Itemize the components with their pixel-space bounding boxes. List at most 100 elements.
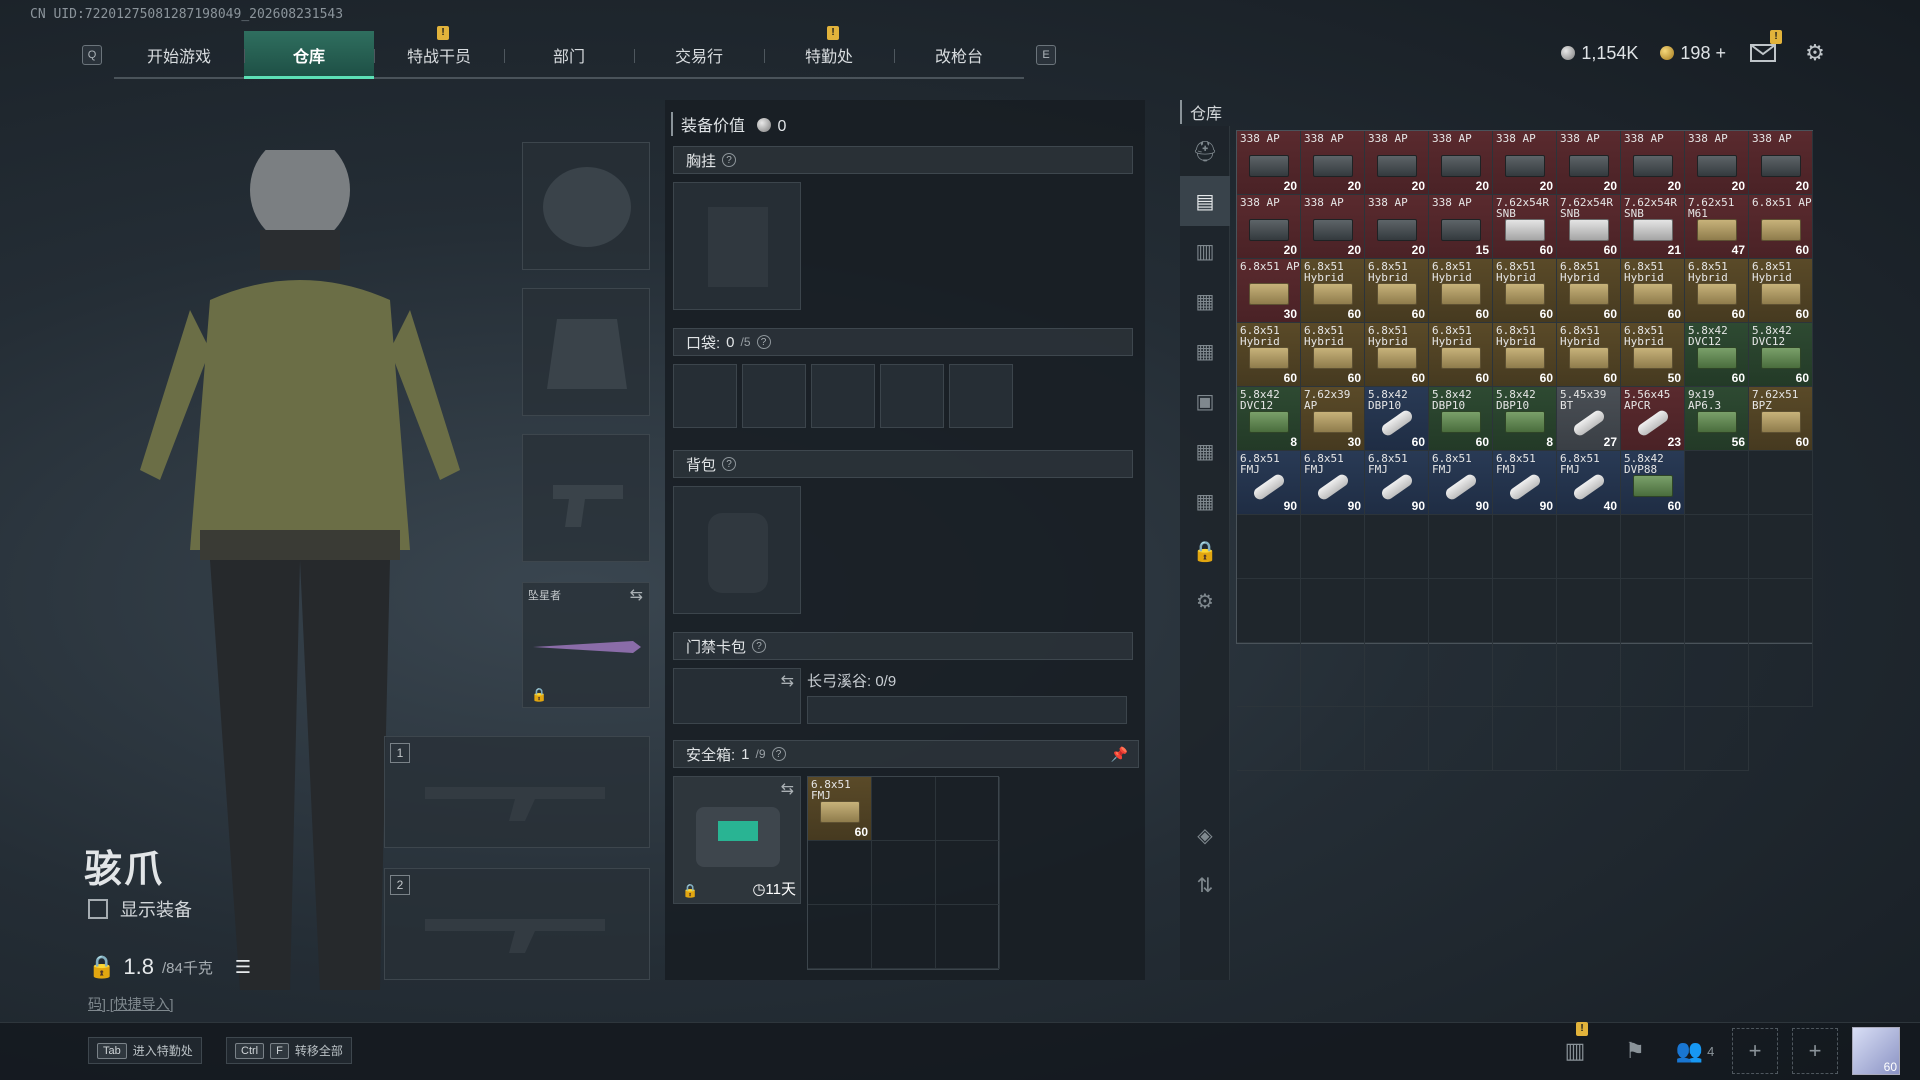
image-filter-icon[interactable]: ▦	[1180, 326, 1230, 376]
warehouse-item[interactable]: 5.8x42 DBP10 60	[1429, 387, 1493, 451]
safebox-empty-cell[interactable]	[808, 841, 872, 905]
invite-slot-2[interactable]: +	[1792, 1028, 1838, 1074]
player-avatar[interactable]: 60	[1852, 1027, 1900, 1075]
helmet-slot[interactable]	[522, 142, 650, 270]
warehouse-item[interactable]: 5.8x42 DVC12 60	[1685, 323, 1749, 387]
warehouse-item[interactable]: 7.62x54R SNB 21	[1621, 195, 1685, 259]
safebox-empty-cell[interactable]	[872, 777, 936, 841]
storage-filter-icon[interactable]: ▥	[1180, 226, 1230, 276]
weapon1-slot[interactable]: 1	[384, 736, 650, 848]
gear-icon[interactable]: ⚙	[1180, 576, 1230, 626]
backpack-slot[interactable]	[673, 486, 801, 614]
warehouse-item[interactable]: 6.8x51 Hybrid 60	[1749, 259, 1813, 323]
warehouse-item[interactable]: 6.8x51 AP 30	[1237, 259, 1301, 323]
warehouse-item[interactable]: 338 AP 20	[1749, 131, 1813, 195]
warehouse-empty-cell[interactable]	[1301, 707, 1365, 771]
warehouse-item[interactable]: 7.62x51 BPZ 60	[1749, 387, 1813, 451]
tab-6[interactable]: 改枪台	[894, 31, 1024, 79]
warehouse-empty-cell[interactable]	[1237, 643, 1301, 707]
warehouse-item[interactable]: 338 AP 20	[1237, 131, 1301, 195]
warehouse-item[interactable]: 6.8x51 AP 60	[1749, 195, 1813, 259]
settings-button[interactable]: ⚙	[1800, 38, 1830, 68]
enter-special-ops-hint[interactable]: Tab 进入特勤处	[88, 1037, 202, 1064]
list-icon[interactable]: ☰	[235, 957, 251, 978]
pocket-slot[interactable]	[673, 364, 737, 428]
warehouse-item[interactable]: 6.8x51 Hybrid 60	[1237, 323, 1301, 387]
safebox-empty-cell[interactable]	[936, 777, 1000, 841]
warehouse-item[interactable]: 7.62x39 AP 30	[1301, 387, 1365, 451]
warehouse-item[interactable]: 5.56x45 APCR 23	[1621, 387, 1685, 451]
warehouse-item[interactable]: 338 AP 20	[1365, 195, 1429, 259]
warehouse-item[interactable]: 6.8x51 Hybrid 60	[1685, 259, 1749, 323]
warehouse-item[interactable]: 6.8x51 FMJ 90	[1429, 451, 1493, 515]
chest-rig-slot[interactable]	[673, 182, 801, 310]
warehouse-empty-cell[interactable]	[1301, 515, 1365, 579]
warehouse-item[interactable]: 5.45x39 BT 27	[1557, 387, 1621, 451]
warehouse-item[interactable]: 6.8x51 Hybrid 60	[1301, 259, 1365, 323]
warehouse-item[interactable]: 6.8x51 Hybrid 60	[1557, 259, 1621, 323]
show-equip-toggle[interactable]: 显示装备	[88, 896, 192, 922]
layers-icon[interactable]: ◈	[1180, 810, 1230, 860]
image-filter-icon[interactable]: ▦	[1180, 476, 1230, 526]
warehouse-item[interactable]: 338 AP 20	[1301, 195, 1365, 259]
warehouse-empty-cell[interactable]	[1429, 579, 1493, 643]
nav-right-key[interactable]: E	[1036, 45, 1056, 65]
warehouse-item[interactable]: 9x19 AP6.3 56	[1685, 387, 1749, 451]
warehouse-empty-cell[interactable]	[1301, 643, 1365, 707]
friends-button[interactable]: 👥 4	[1672, 1028, 1718, 1074]
lock-icon[interactable]: 🔒	[1180, 526, 1230, 576]
warehouse-empty-cell[interactable]	[1237, 707, 1301, 771]
warehouse-empty-cell[interactable]	[1237, 579, 1301, 643]
warehouse-empty-cell[interactable]	[1621, 707, 1685, 771]
image-filter-icon[interactable]: ▦	[1180, 426, 1230, 476]
warehouse-item[interactable]: 6.8x51 FMJ 90	[1365, 451, 1429, 515]
warehouse-item[interactable]: 338 AP 20	[1365, 131, 1429, 195]
tab-3[interactable]: 部门	[504, 31, 634, 79]
pocket-slot[interactable]	[949, 364, 1013, 428]
warehouse-empty-cell[interactable]	[1749, 643, 1813, 707]
safebox-empty-cell[interactable]	[872, 841, 936, 905]
warehouse-empty-cell[interactable]	[1365, 707, 1429, 771]
warehouse-empty-cell[interactable]	[1685, 579, 1749, 643]
warehouse-empty-cell[interactable]	[1621, 643, 1685, 707]
warehouse-empty-cell[interactable]	[1749, 515, 1813, 579]
warehouse-empty-cell[interactable]	[1429, 515, 1493, 579]
tab-0[interactable]: 开始游戏	[114, 31, 244, 79]
invite-slot-1[interactable]: +	[1732, 1028, 1778, 1074]
help-icon[interactable]: ?	[756, 335, 771, 349]
warehouse-empty-cell[interactable]	[1557, 515, 1621, 579]
pocket-slot[interactable]	[742, 364, 806, 428]
warehouse-empty-cell[interactable]	[1493, 579, 1557, 643]
warehouse-empty-cell[interactable]	[1365, 515, 1429, 579]
folder-filter-icon[interactable]: ▣	[1180, 376, 1230, 426]
warehouse-empty-cell[interactable]	[1685, 451, 1749, 515]
warehouse-item[interactable]: 6.8x51 Hybrid 60	[1365, 259, 1429, 323]
warehouse-empty-cell[interactable]	[1621, 579, 1685, 643]
warehouse-item[interactable]: 7.62x51 M61 47	[1685, 195, 1749, 259]
warehouse-item[interactable]: 6.8x51 Hybrid 60	[1429, 323, 1493, 387]
sort-icon[interactable]: ⇅	[1180, 860, 1230, 910]
add-currency-button[interactable]: +	[1715, 43, 1726, 63]
warehouse-item[interactable]: 6.8x51 FMJ 90	[1301, 451, 1365, 515]
warehouse-item[interactable]: 338 AP 20	[1237, 195, 1301, 259]
warehouse-empty-cell[interactable]	[1749, 451, 1813, 515]
pocket-slot[interactable]	[880, 364, 944, 428]
warehouse-empty-cell[interactable]	[1685, 515, 1749, 579]
swap-icon[interactable]: ⇆	[781, 779, 794, 799]
helmet-filter-icon[interactable]: ⛑	[1180, 126, 1230, 176]
warehouse-empty-cell[interactable]	[1429, 707, 1493, 771]
warehouse-item[interactable]: 338 AP 15	[1429, 195, 1493, 259]
pocket-slot[interactable]	[811, 364, 875, 428]
safebox-slot[interactable]: ⇆ 🔒 ◷11天	[673, 776, 801, 904]
warehouse-item[interactable]: 6.8x51 FMJ 90	[1237, 451, 1301, 515]
warehouse-empty-cell[interactable]	[1557, 707, 1621, 771]
safebox-empty-cell[interactable]	[808, 905, 872, 969]
keycard-slot[interactable]: ⇆	[673, 668, 801, 724]
flag-button[interactable]: ⚑	[1612, 1028, 1658, 1074]
pin-icon[interactable]: 📌	[1111, 746, 1128, 763]
warehouse-empty-cell[interactable]	[1621, 515, 1685, 579]
warehouse-empty-cell[interactable]	[1685, 707, 1749, 771]
warehouse-empty-cell[interactable]	[1429, 643, 1493, 707]
safebox-empty-cell[interactable]	[936, 841, 1000, 905]
mail-button[interactable]: !	[1748, 30, 1782, 68]
